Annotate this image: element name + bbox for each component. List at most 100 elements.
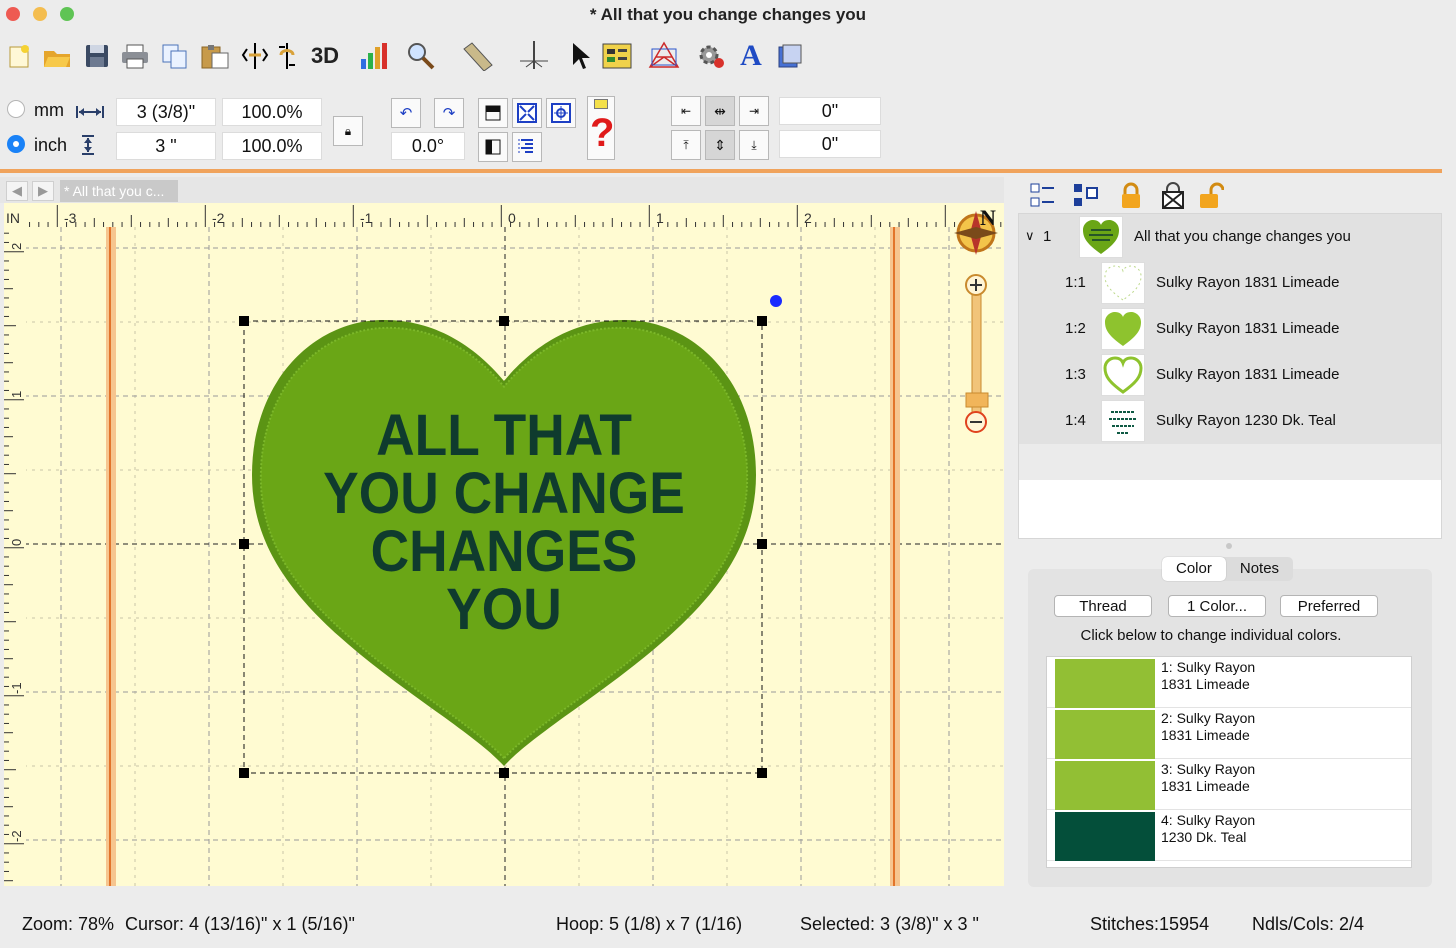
thread-swatch[interactable] — [1055, 710, 1155, 759]
thread-swatch[interactable] — [1055, 659, 1155, 708]
text-icon[interactable]: A — [734, 36, 768, 76]
3d-view-icon[interactable]: 3D — [308, 36, 342, 76]
align-center-v-button[interactable]: ⇕ — [705, 130, 735, 160]
height-field[interactable]: 3 " — [116, 132, 216, 160]
layer-row[interactable]: 1:4 Sulky Rayon 1230 Dk. Teal — [1019, 398, 1441, 444]
ruler-label: 0 — [9, 539, 24, 546]
save-icon[interactable] — [80, 36, 114, 76]
tab-notes[interactable]: Notes — [1226, 557, 1293, 581]
expand-all-icon[interactable] — [1028, 181, 1058, 211]
mirror-vertical-icon[interactable] — [270, 36, 304, 76]
align-top-button[interactable]: ⤒ — [671, 130, 701, 160]
rotate-right-button[interactable]: ↷ — [434, 98, 464, 128]
print-icon[interactable] — [118, 36, 152, 76]
align-right-icon: ⇥ — [748, 104, 760, 118]
selection-handle — [757, 539, 767, 549]
layer-thumbnail — [1079, 216, 1123, 258]
design-canvas[interactable]: -3 -2 -1 0 1 2 2 1 0 -1 -2 IN ALL THAT YOU CHANGE CHAN… — [4, 203, 1004, 886]
chevron-down-icon[interactable]: ∨ — [1025, 228, 1035, 244]
chevron-left-icon: ◀ — [12, 183, 22, 198]
align-left-button[interactable]: ⇤ — [671, 96, 701, 126]
offset-y-field[interactable]: 0" — [779, 130, 881, 158]
thread-button[interactable]: Thread — [1054, 595, 1152, 617]
lock-aspect-button[interactable]: 🔒︎ — [333, 116, 363, 146]
export-icon[interactable] — [774, 36, 808, 76]
hide-layer-icon[interactable] — [1158, 181, 1188, 211]
copy-icon[interactable] — [158, 36, 192, 76]
rotation-handle — [770, 295, 782, 307]
unit-inch-radio[interactable] — [7, 135, 25, 153]
layer-index: 1:2 — [1065, 320, 1086, 337]
rotate-left-button[interactable]: ↶ — [391, 98, 421, 128]
mirror-horizontal-icon[interactable] — [238, 36, 272, 76]
align-center-h-button[interactable]: ⇹ — [705, 96, 735, 126]
height-percent-field[interactable]: 100.0% — [222, 132, 322, 160]
thread-row[interactable]: 3: Sulky Rayon 1831 Limeade — [1047, 759, 1411, 810]
layer-label: All that you change changes you — [1134, 228, 1351, 245]
splitter-handle[interactable] — [1226, 543, 1232, 549]
align-bottom-button[interactable]: ⤓ — [739, 130, 769, 160]
tab-next-button[interactable]: ▶ — [32, 181, 54, 201]
rotation-field[interactable]: 0.0° — [391, 132, 465, 160]
toolbar-divider — [0, 169, 1442, 173]
align-button[interactable] — [512, 132, 542, 162]
one-color-button[interactable]: 1 Color... — [1168, 595, 1266, 617]
window-title: * All that you change changes you — [589, 5, 867, 24]
ruler-label: -1 — [9, 682, 24, 694]
layer-thumbnail — [1101, 354, 1145, 396]
zoom-icon[interactable] — [404, 36, 438, 76]
tab-prev-button[interactable]: ◀ — [6, 181, 28, 201]
layer-label: Sulky Rayon 1230 Dk. Teal — [1156, 412, 1336, 429]
flip-horizontal-button[interactable] — [478, 98, 508, 128]
width-percent-field[interactable]: 100.0% — [222, 98, 322, 126]
layer-index: 1:4 — [1065, 412, 1086, 429]
tab-color[interactable]: Color — [1162, 557, 1226, 581]
needle-icon[interactable] — [516, 36, 550, 76]
wireframe-icon[interactable] — [646, 36, 680, 76]
layer-row[interactable]: 1:1 Sulky Rayon 1831 Limeade — [1019, 260, 1441, 306]
canvas-drawing: -3 -2 -1 0 1 2 2 1 0 -1 -2 IN ALL THATYOU CHANGECHAN… — [4, 203, 1004, 886]
thread-text: 2: Sulky Rayon 1831 Limeade — [1161, 710, 1256, 743]
document-tab[interactable]: * All that you c... — [60, 180, 178, 202]
layer-root-row[interactable]: ∨ 1 All that you change changes you — [1019, 214, 1441, 260]
unit-mm-radio[interactable] — [7, 100, 25, 118]
lock-layer-icon[interactable] — [1116, 181, 1146, 211]
thread-row[interactable]: 1: Sulky Rayon 1831 Limeade — [1047, 657, 1411, 708]
help-button[interactable]: ? — [587, 96, 615, 160]
ruler-label: 1 — [656, 210, 664, 226]
properties-icon[interactable] — [600, 36, 634, 76]
thread-text: 3: Sulky Rayon 1831 Limeade — [1161, 761, 1256, 794]
center-design-button[interactable] — [546, 98, 576, 128]
thread-swatch[interactable] — [1055, 812, 1155, 861]
status-hoop: Hoop: 5 (1/8) x 7 (1/16) — [556, 914, 743, 934]
fit-to-hoop-button[interactable] — [512, 98, 542, 128]
status-zoom: Zoom: 78% — [22, 914, 115, 934]
unlock-layer-icon[interactable] — [1196, 181, 1226, 211]
tooltip-icon — [594, 99, 608, 109]
open-icon[interactable] — [40, 36, 74, 76]
thread-swatch[interactable] — [1055, 761, 1155, 810]
preferred-button[interactable]: Preferred — [1280, 595, 1378, 617]
thread-row[interactable]: 2: Sulky Rayon 1831 Limeade — [1047, 708, 1411, 759]
new-icon[interactable] — [2, 36, 36, 76]
lock-icon: 🔒︎ — [344, 123, 352, 138]
center-icon — [551, 103, 571, 123]
rotate-right-icon: ↷ — [442, 105, 456, 122]
ruler-label: -1 — [360, 210, 373, 226]
pointer-icon[interactable] — [562, 36, 596, 76]
align-right-button[interactable]: ⇥ — [739, 96, 769, 126]
chart-icon[interactable] — [358, 36, 392, 76]
layer-row[interactable]: 1:3 Sulky Rayon 1831 Limeade — [1019, 352, 1441, 398]
flip-vertical-button[interactable] — [478, 132, 508, 162]
layer-label: Sulky Rayon 1831 Limeade — [1156, 274, 1340, 291]
align-bottom-icon: ⤓ — [751, 137, 757, 152]
thread-row[interactable]: 4: Sulky Rayon 1230 Dk. Teal — [1047, 810, 1411, 861]
width-field[interactable]: 3 (3/8)" — [116, 98, 216, 126]
ruler-icon[interactable] — [460, 36, 494, 76]
right-panel: ∨ 1 All that you change changes you 1:1 … — [1018, 177, 1442, 887]
settings-icon[interactable] — [694, 36, 728, 76]
paste-icon[interactable] — [198, 36, 232, 76]
collapse-all-icon[interactable] — [1071, 181, 1101, 211]
layer-row[interactable]: 1:2 Sulky Rayon 1831 Limeade — [1019, 306, 1441, 352]
offset-x-field[interactable]: 0" — [779, 97, 881, 125]
